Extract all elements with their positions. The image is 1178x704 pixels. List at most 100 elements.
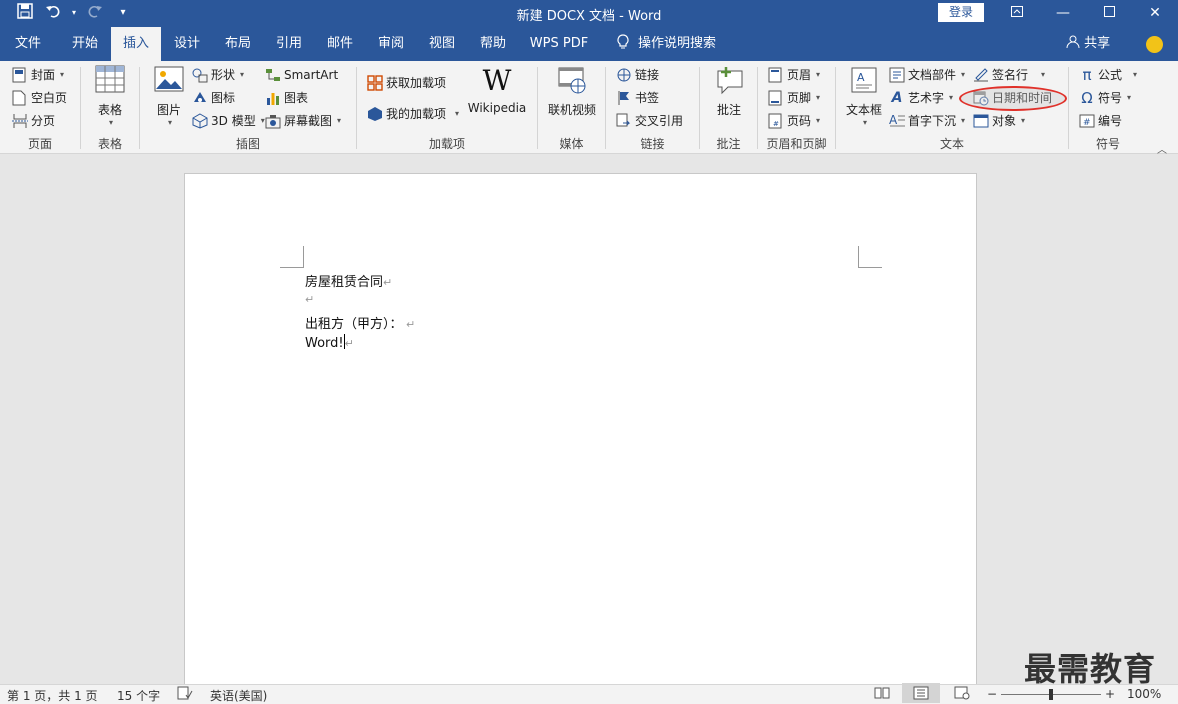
quick-parts-button[interactable]: 文档部件 ▾ <box>889 65 965 85</box>
paragraph-mark-icon: ↵ <box>305 293 315 306</box>
chart-button[interactable]: 图表 <box>265 88 308 108</box>
page-count[interactable]: 第 1 页，共 1 页 <box>7 687 98 704</box>
tab-insert[interactable]: 插入 <box>111 27 161 61</box>
tab-wps-pdf[interactable]: WPS PDF <box>522 27 596 61</box>
wordart-button[interactable]: A 艺术字 ▾ <box>889 88 953 108</box>
group-label-header-footer: 页眉和页脚 <box>766 137 827 151</box>
print-layout-icon[interactable] <box>902 683 940 703</box>
proofing-icon[interactable] <box>177 686 193 703</box>
close-icon[interactable]: ✕ <box>1132 0 1178 27</box>
group-tables: 表格 ▾ 表格 <box>81 61 139 154</box>
share-button[interactable]: 共享 <box>1066 27 1110 61</box>
smartart-button[interactable]: SmartArt <box>265 65 338 85</box>
screenshot-icon <box>265 113 281 129</box>
page-break-button[interactable]: 分页 <box>12 111 55 131</box>
symbol-button[interactable]: Ω 符号 ▾ <box>1079 88 1131 108</box>
link-button[interactable]: 链接 <box>616 65 659 85</box>
bar-chart-icon <box>265 90 281 106</box>
status-bar: 第 1 页，共 1 页 15 个字 英语(美国) − + 100% <box>0 683 1178 704</box>
svg-text:A: A <box>857 71 865 84</box>
group-label-text: 文本 <box>939 137 964 151</box>
tab-file[interactable]: 文件 <box>4 27 52 61</box>
share-label: 共享 <box>1084 36 1111 51</box>
login-button[interactable]: 登录 <box>938 3 984 22</box>
icons-button[interactable]: 图标 <box>192 88 235 108</box>
number-icon: # <box>1079 113 1095 129</box>
paragraph-mark-icon: ↵ <box>402 318 416 331</box>
tab-view[interactable]: 视图 <box>417 27 467 61</box>
equation-button[interactable]: π 公式 ▾ <box>1079 65 1137 85</box>
group-comments: 批注 批注 <box>700 61 757 154</box>
word-count[interactable]: 15 个字 <box>117 687 160 704</box>
paragraph-mark-icon: ↵ <box>344 337 354 350</box>
header-button[interactable]: 页眉 ▾ <box>768 65 820 85</box>
doc-paragraph[interactable]: Word!↵ <box>305 334 354 351</box>
web-layout-icon[interactable] <box>954 686 970 703</box>
maximize-icon[interactable] <box>1086 0 1132 27</box>
footer-button[interactable]: 页脚 ▾ <box>768 88 820 108</box>
object-button[interactable]: 对象 ▾ <box>973 111 1025 131</box>
zoom-level[interactable]: 100% <box>1127 687 1161 701</box>
cover-page-button[interactable]: 封面 ▾ <box>12 65 64 85</box>
screenshot-button[interactable]: 屏幕截图 ▾ <box>265 111 341 131</box>
margin-corner-top-left <box>280 246 304 268</box>
header-icon <box>768 67 784 83</box>
group-label-addins: 加载项 <box>428 137 465 151</box>
cross-reference-button[interactable]: 交叉引用 <box>616 111 683 131</box>
doc-paragraph[interactable]: ↵ <box>305 292 314 307</box>
doc-paragraph[interactable]: 出租方（甲方）： ↵ <box>305 313 415 332</box>
blank-page-button[interactable]: 空白页 <box>12 88 67 108</box>
wikipedia-button[interactable]: W Wikipedia <box>467 64 527 116</box>
zoom-out-button[interactable]: − <box>987 687 997 701</box>
read-mode-icon[interactable] <box>874 686 890 703</box>
new-comment-button[interactable]: 批注 <box>710 65 748 118</box>
wikipedia-icon: W <box>482 64 512 97</box>
language-indicator[interactable]: 英语(美国) <box>210 687 267 704</box>
3d-model-button[interactable]: 3D 模型 ▾ <box>192 111 265 131</box>
tab-layout[interactable]: 布局 <box>213 27 263 61</box>
tab-home[interactable]: 开始 <box>60 27 110 61</box>
zoom-slider-thumb[interactable] <box>1049 689 1053 700</box>
tell-me-search[interactable]: 操作说明搜索 <box>606 27 726 61</box>
icons-insert-icon <box>192 90 208 106</box>
minimize-icon[interactable]: — <box>1040 0 1086 27</box>
text-box-button[interactable]: A 文本框 ▾ <box>842 65 886 127</box>
table-button[interactable]: 表格 ▾ <box>93 65 127 127</box>
my-addins-button[interactable]: 我的加载项 ▾ <box>367 104 459 124</box>
feedback-smiley-icon[interactable] <box>1146 36 1163 53</box>
tab-review[interactable]: 审阅 <box>366 27 416 61</box>
bookmark-button[interactable]: 书签 <box>616 88 659 108</box>
tab-help[interactable]: 帮助 <box>468 27 518 61</box>
my-addins-icon <box>367 106 383 122</box>
cross-reference-icon <box>616 113 632 129</box>
tab-references[interactable]: 引用 <box>264 27 314 61</box>
zoom-in-button[interactable]: + <box>1105 687 1115 701</box>
bookmark-icon <box>616 90 632 106</box>
ribbon-display-icon[interactable] <box>994 0 1040 27</box>
doc-paragraph[interactable]: 房屋租赁合同↵ <box>305 271 392 290</box>
group-label-links: 链接 <box>640 137 665 151</box>
shapes-button[interactable]: 形状 ▾ <box>192 65 244 85</box>
tab-design[interactable]: 设计 <box>162 27 212 61</box>
footer-icon <box>768 90 784 106</box>
person-icon <box>1066 35 1084 51</box>
document-page[interactable]: 房屋租赁合同↵ ↵ 出租方（甲方）： ↵ Word!↵ <box>184 173 977 693</box>
pi-icon: π <box>1082 66 1092 84</box>
quick-parts-icon <box>889 67 905 83</box>
picture-button[interactable]: 图片 ▾ <box>152 65 186 127</box>
signature-line-button[interactable]: 签名行 ▾ <box>973 65 1045 85</box>
group-header-footer: 页眉 ▾ 页脚 ▾ # 页码 ▾ 页眉和页脚 <box>758 61 835 154</box>
drop-cap-button[interactable]: A 首字下沉 ▾ <box>889 111 965 131</box>
tab-mailings[interactable]: 邮件 <box>315 27 365 61</box>
get-addins-button[interactable]: 获取加载项 <box>367 73 446 93</box>
cover-page-icon <box>12 67 28 83</box>
number-button[interactable]: # 编号 <box>1079 111 1122 131</box>
table-icon <box>94 65 126 97</box>
document-area: 房屋租赁合同↵ ↵ 出租方（甲方）： ↵ Word!↵ <box>0 154 1178 693</box>
svg-text:#: # <box>773 120 779 128</box>
tell-me-label: 操作说明搜索 <box>637 36 716 51</box>
page-number-button[interactable]: # 页码 ▾ <box>768 111 820 131</box>
group-symbols: π 公式 ▾ Ω 符号 ▾ # 编号 符号 <box>1069 61 1147 154</box>
online-video-button[interactable]: 联机视频 <box>542 65 602 118</box>
group-media: 联机视频 媒体 <box>538 61 605 154</box>
